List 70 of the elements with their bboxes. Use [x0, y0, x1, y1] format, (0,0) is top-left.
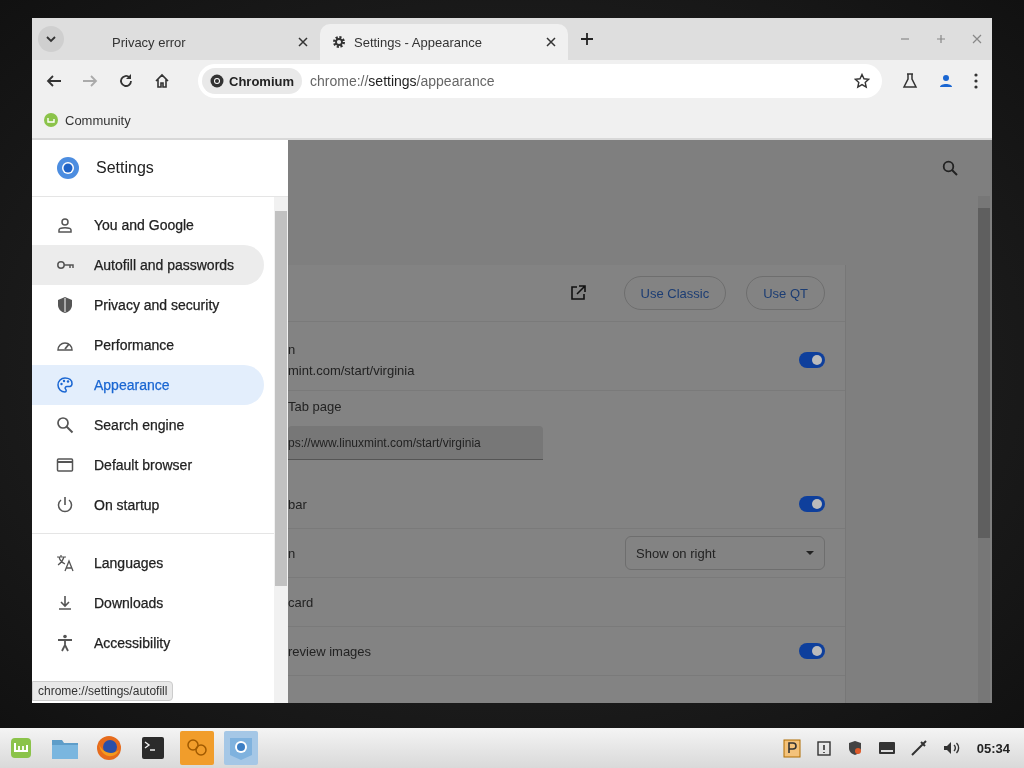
new-tab-icon[interactable] [580, 32, 594, 46]
chromium-logo-icon [210, 74, 224, 88]
translate-icon [56, 554, 74, 572]
home-icon[interactable] [154, 73, 170, 89]
close-icon[interactable] [972, 34, 982, 44]
download-icon [56, 594, 74, 612]
settings-title: Settings [96, 159, 154, 177]
dropdown[interactable]: Show on right [625, 536, 825, 570]
setting-label: Tab page [288, 399, 342, 414]
nav-item[interactable]: Downloads [32, 583, 264, 623]
reload-icon[interactable] [118, 73, 134, 89]
keyboard-icon[interactable] [878, 742, 895, 754]
scrollbar[interactable] [274, 197, 288, 703]
nav-item[interactable]: On startup [32, 485, 264, 525]
setting-label: card [288, 594, 314, 610]
clipboard-icon[interactable] [782, 738, 801, 758]
caret-icon [45, 33, 57, 45]
menu-icon[interactable] [974, 73, 978, 89]
gear-icon [332, 35, 346, 49]
chromium-icon[interactable] [224, 731, 258, 765]
setting-label: bar [288, 496, 307, 512]
volume-icon[interactable] [942, 741, 961, 755]
external-link-icon[interactable] [569, 285, 586, 301]
close-tab-icon[interactable] [298, 37, 308, 47]
power-icon [56, 496, 74, 514]
notes-icon[interactable] [816, 740, 831, 756]
flask-icon[interactable] [902, 73, 918, 89]
nav-item[interactable]: Languages [32, 543, 264, 583]
accessibility-icon [56, 634, 74, 652]
person-icon [56, 216, 74, 234]
address-bar[interactable]: Chromium chrome://settings/appearance [198, 64, 882, 98]
search-icon [56, 416, 74, 434]
url-field[interactable]: ps://www.linuxmint.com/start/virginia [288, 426, 543, 460]
tab-search-button[interactable] [38, 26, 64, 52]
toggle-switch[interactable] [799, 643, 825, 659]
nav-item[interactable]: Search engine [32, 405, 264, 445]
scrollbar[interactable] [978, 196, 990, 703]
url-text: chrome://settings/appearance [310, 73, 495, 89]
toggle-switch[interactable] [799, 496, 825, 512]
network-icon[interactable] [910, 740, 927, 756]
nav-item[interactable]: Autofill and passwords [32, 245, 264, 285]
back-icon[interactable] [46, 73, 62, 89]
shield-icon [56, 296, 74, 314]
site-chip[interactable]: Chromium [202, 68, 302, 94]
link-url-tooltip: chrome://settings/autofill [32, 681, 174, 701]
profile-icon[interactable] [938, 73, 954, 89]
shield-icon[interactable] [846, 740, 863, 756]
setting-label: n [288, 545, 296, 561]
tab[interactable]: Settings - Appearance [320, 24, 568, 60]
search-icon[interactable] [942, 160, 958, 176]
palette-icon [56, 376, 74, 394]
nav-item[interactable]: You and Google [32, 205, 264, 245]
mint-logo-icon [44, 113, 58, 127]
setting-description: mint.com/start/virginia [288, 363, 415, 378]
chromium-logo-icon [56, 156, 80, 180]
bookmark[interactable]: Community [44, 112, 131, 128]
setting-label: n [288, 342, 297, 357]
bookmark-star-icon[interactable] [854, 73, 870, 89]
clock[interactable]: 05:34 [976, 740, 1010, 756]
nav-item[interactable]: Appearance [32, 365, 264, 405]
toggle-switch[interactable] [799, 352, 825, 368]
setting-label: review images [288, 643, 372, 659]
nav-item[interactable]: Performance [32, 325, 264, 365]
close-tab-icon[interactable] [546, 37, 556, 47]
dropdown-caret-icon [806, 551, 814, 555]
nav-item[interactable]: Default browser [32, 445, 264, 485]
tab[interactable]: Privacy error [72, 24, 320, 60]
browser-window-icon [56, 456, 74, 474]
nav-item[interactable]: Accessibility [32, 623, 264, 663]
nav-item[interactable]: Privacy and security [32, 285, 264, 325]
